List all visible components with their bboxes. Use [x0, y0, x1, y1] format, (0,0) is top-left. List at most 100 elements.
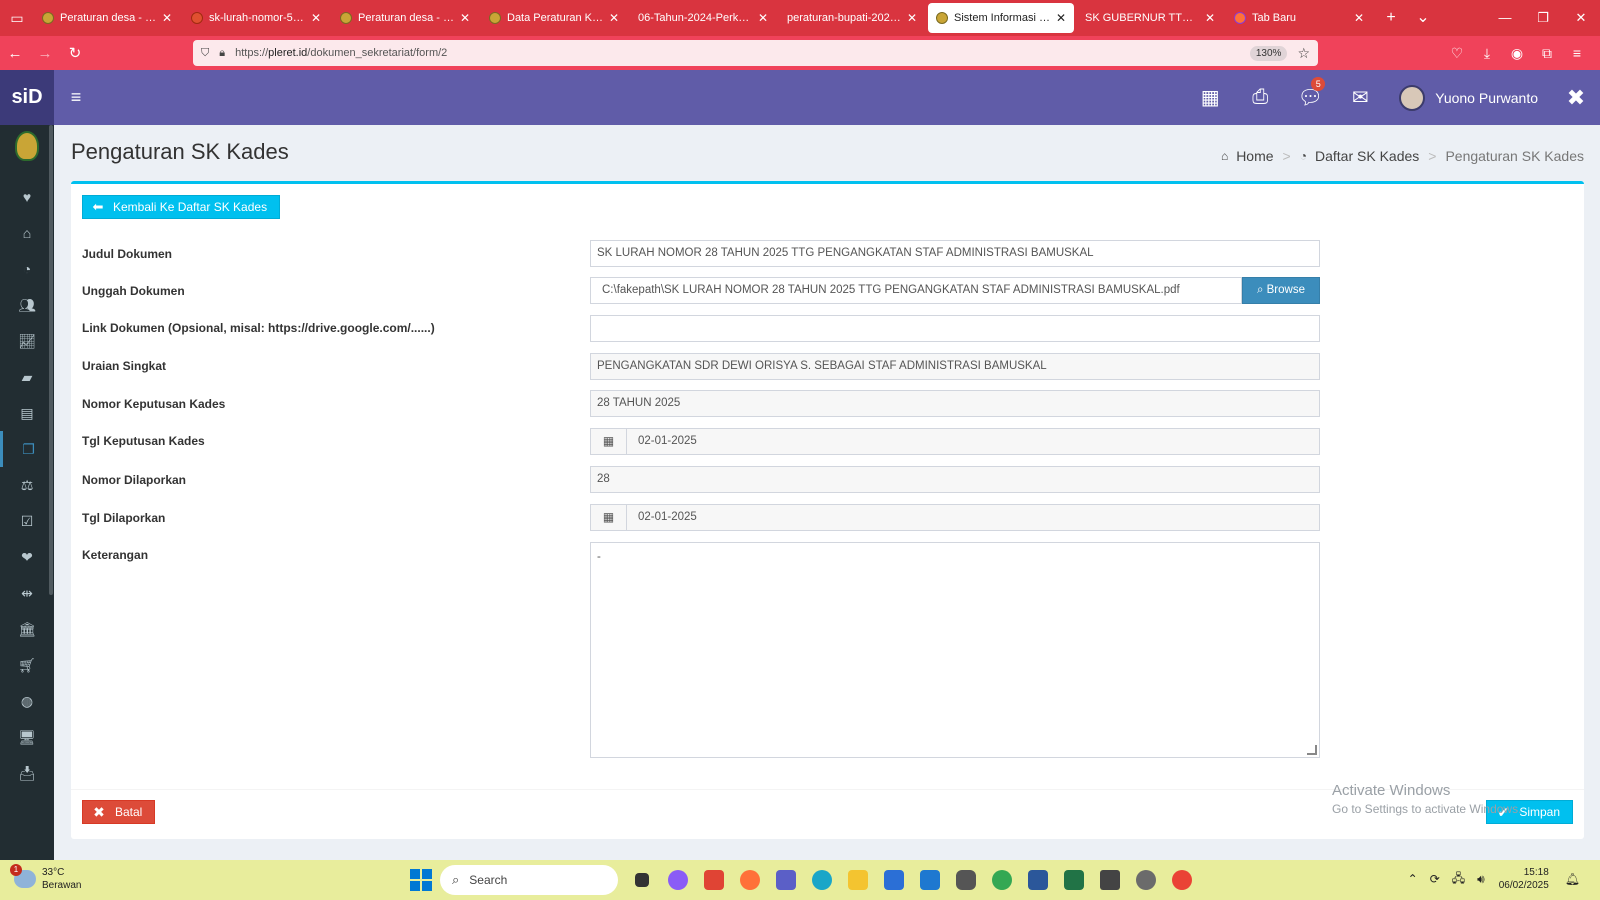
- documents-icon[interactable]: ❐: [0, 431, 54, 467]
- desktop-icon[interactable]: 🖥︎: [0, 719, 54, 755]
- browser-tab[interactable]: Data Peraturan Kalurah ✕: [481, 3, 627, 33]
- mail-app-icon[interactable]: [912, 864, 948, 896]
- calendar-icon[interactable]: ▦: [590, 504, 627, 531]
- tab-close-icon[interactable]: ✕: [1205, 11, 1215, 25]
- close-window-button[interactable]: ✕: [1562, 0, 1600, 36]
- checkbox-icon[interactable]: ☑: [0, 503, 54, 539]
- uraian-input[interactable]: PENGANGKATAN SDR DEWI ORISYA S. SEBAGAI …: [590, 353, 1320, 380]
- bank-icon[interactable]: 🏛︎: [0, 611, 54, 647]
- tab-close-icon[interactable]: ✕: [907, 11, 917, 25]
- tab-close-icon[interactable]: ✕: [162, 11, 172, 25]
- zoom-level-badge[interactable]: 130%: [1249, 45, 1288, 61]
- shield-icon[interactable]: ⛉: [201, 47, 209, 60]
- menu-icon[interactable]: ≡: [1562, 45, 1592, 61]
- clock[interactable]: 15:18 06/02/2025: [1499, 866, 1549, 892]
- sidebar-scrollbar[interactable]: [49, 125, 53, 595]
- camera-icon[interactable]: [948, 864, 984, 896]
- new-tab-button[interactable]: +: [1375, 0, 1407, 36]
- browser-tab[interactable]: Peraturan desa - Officia ✕: [34, 3, 180, 33]
- firefox-icon[interactable]: [732, 864, 768, 896]
- word-icon[interactable]: [1020, 864, 1056, 896]
- chevron-up-icon[interactable]: ⌃: [1408, 872, 1418, 886]
- resize-grip-icon[interactable]: [1307, 745, 1317, 755]
- account-icon[interactable]: ◉: [1502, 45, 1532, 62]
- cart-icon[interactable]: 🛒︎: [0, 647, 54, 683]
- browser-tab[interactable]: SK GUBERNUR TTG IZIN PE ✕: [1077, 3, 1223, 33]
- car-app-icon[interactable]: [1092, 864, 1128, 896]
- tab-close-icon[interactable]: ✕: [609, 11, 619, 25]
- browse-button[interactable]: ⌕ Browse: [1242, 277, 1320, 304]
- nomor-keputusan-input[interactable]: 28 TAHUN 2025: [590, 390, 1320, 417]
- app-brand-logo[interactable]: siD: [0, 70, 54, 125]
- back-to-list-button[interactable]: ⬅ Kembali Ke Daftar SK Kades: [82, 195, 281, 219]
- inbox-icon[interactable]: 📥︎: [0, 755, 54, 791]
- url-text[interactable]: https://pleret.id/dokumen_sekretariat/fo…: [235, 47, 1250, 59]
- settings-gear-icon[interactable]: [1128, 864, 1164, 896]
- minimize-button[interactable]: —: [1486, 0, 1524, 36]
- tgl-dilaporkan-input[interactable]: 02-01-2025: [626, 504, 1320, 531]
- calendar-icon[interactable]: ▦: [590, 428, 627, 455]
- breadcrumb-list[interactable]: Daftar SK Kades: [1315, 148, 1419, 164]
- copilot-icon[interactable]: [660, 864, 696, 896]
- globe-icon[interactable]: ◍: [0, 683, 54, 719]
- sync-icon[interactable]: ⟳: [1430, 872, 1440, 886]
- home-icon[interactable]: ⌂: [0, 215, 54, 251]
- browser-tab[interactable]: Peraturan desa - Officia ✕: [332, 3, 478, 33]
- file-explorer-icon[interactable]: [840, 864, 876, 896]
- sidebar-toggle-icon[interactable]: ≡: [54, 87, 98, 108]
- address-bar[interactable]: ⛉ 🔒︎ https://pleret.id/dokumen_sekretari…: [193, 40, 1318, 66]
- restore-button[interactable]: ❐: [1524, 0, 1562, 36]
- dashboard-icon[interactable]: ◔: [0, 251, 54, 287]
- bookmark-star-icon[interactable]: ☆: [1297, 45, 1310, 62]
- teams-icon[interactable]: [768, 864, 804, 896]
- keterangan-textarea[interactable]: -: [590, 542, 1320, 758]
- chart-icon[interactable]: 📈︎: [0, 323, 54, 359]
- print-icon[interactable]: ⎙: [1235, 86, 1285, 109]
- chrome-icon[interactable]: [984, 864, 1020, 896]
- unggah-file-input[interactable]: C:\fakepath\SK LURAH NOMOR 28 TAHUN 2025…: [590, 277, 1242, 304]
- mail-icon[interactable]: ✉: [1335, 85, 1385, 110]
- weather-widget[interactable]: 1 33°C Berawan: [10, 864, 81, 892]
- chrome-profile-icon[interactable]: [1164, 864, 1200, 896]
- archive-icon[interactable]: ▤: [0, 395, 54, 431]
- volume-icon[interactable]: 🔊︎: [1477, 872, 1485, 887]
- tab-overview-icon[interactable]: ▭: [0, 0, 34, 36]
- power-app-icon[interactable]: [696, 864, 732, 896]
- signpost-icon[interactable]: ⇹: [0, 575, 54, 611]
- balance-scale-icon[interactable]: ⚖: [0, 467, 54, 503]
- forward-arrow-icon[interactable]: →: [30, 45, 60, 62]
- tab-close-icon[interactable]: ✕: [460, 11, 470, 25]
- start-button[interactable]: [410, 869, 432, 891]
- browser-tab[interactable]: Tab Baru ✕: [1226, 3, 1372, 33]
- pocket-icon[interactable]: ♡: [1442, 45, 1472, 62]
- browser-tab[interactable]: Sistem Informasi Kalurah ✕: [928, 3, 1074, 33]
- calendar-icon[interactable]: ▦: [1185, 85, 1235, 110]
- store-icon[interactable]: [876, 864, 912, 896]
- judul-input[interactable]: SK LURAH NOMOR 28 TAHUN 2025 TTG PENGANG…: [590, 240, 1320, 267]
- nomor-dilaporkan-input[interactable]: 28: [590, 466, 1320, 493]
- chat-icon[interactable]: 💬︎ 5: [1285, 77, 1335, 110]
- tab-list-chevron-icon[interactable]: ⌄: [1407, 0, 1439, 36]
- tab-close-icon[interactable]: ✕: [758, 11, 768, 25]
- taskbar-search[interactable]: ⌕ Search: [440, 865, 618, 895]
- network-icon[interactable]: 🖧︎: [1452, 869, 1465, 890]
- browser-tab[interactable]: peraturan-bupati-2020-87- ✕: [779, 3, 925, 33]
- user-menu[interactable]: Yuono Purwanto: [1385, 84, 1552, 111]
- reload-icon[interactable]: ↻: [60, 44, 90, 62]
- breadcrumb-home[interactable]: Home: [1236, 148, 1273, 164]
- edge-icon[interactable]: [804, 864, 840, 896]
- tab-close-icon[interactable]: ✕: [311, 11, 321, 25]
- notification-bell-icon[interactable]: 🔔︎: [1565, 872, 1580, 886]
- close-icon[interactable]: ✖: [1552, 85, 1600, 111]
- browser-tab[interactable]: 06-Tahun-2024-Perkal-Nom ✕: [630, 3, 776, 33]
- back-arrow-icon[interactable]: ←: [0, 45, 30, 62]
- tab-close-icon[interactable]: ✕: [1354, 11, 1364, 25]
- downloads-icon[interactable]: ⤓: [1472, 45, 1502, 62]
- task-view-icon[interactable]: [624, 864, 660, 896]
- heart-icon[interactable]: ❤: [0, 539, 54, 575]
- cancel-button[interactable]: ✖ Batal: [82, 800, 156, 824]
- extensions-icon[interactable]: ⧉: [1532, 45, 1562, 62]
- users-icon[interactable]: 👥︎: [0, 287, 54, 323]
- browser-tab[interactable]: sk-lurah-nomor-56-1-ttg ✕: [183, 3, 329, 33]
- tgl-keputusan-input[interactable]: 02-01-2025: [626, 428, 1320, 455]
